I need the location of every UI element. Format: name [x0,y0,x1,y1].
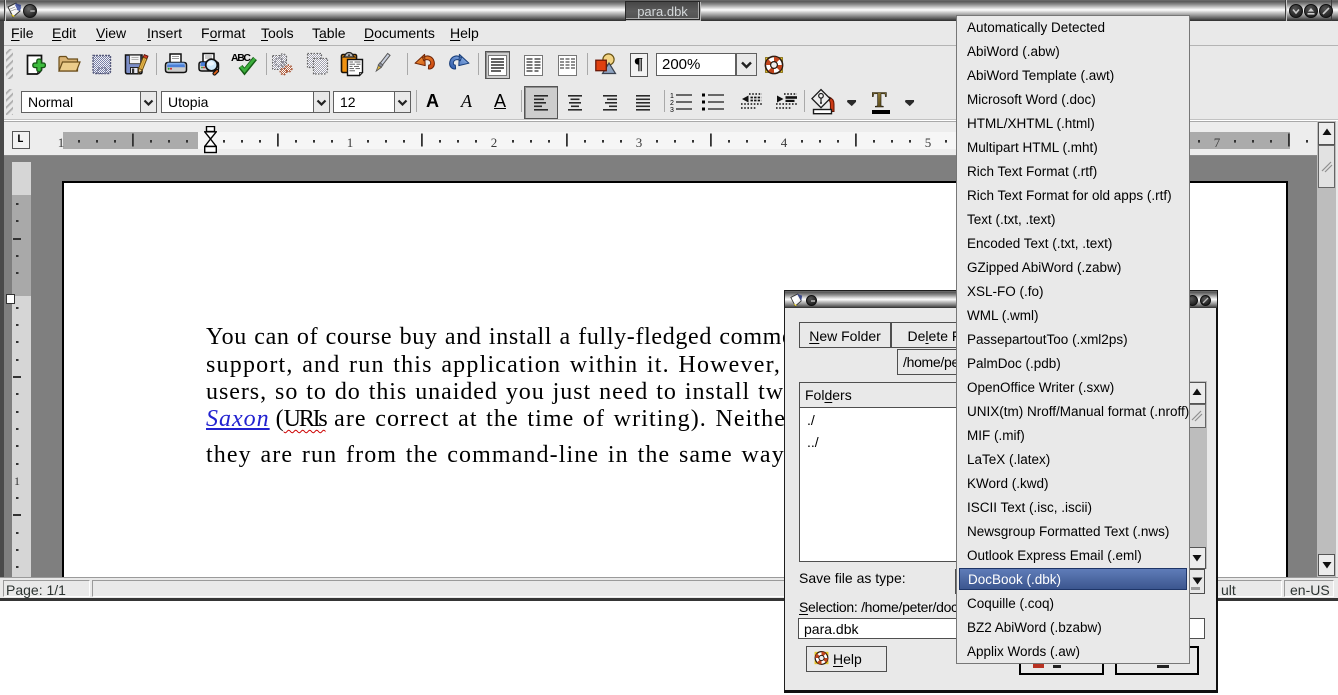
svg-text:1: 1 [347,135,354,150]
svg-text:5: 5 [925,135,932,150]
svg-text:7: 7 [1214,135,1221,150]
svg-text:1: 1 [58,135,65,150]
svg-text:4: 4 [781,135,788,150]
svg-text:3: 3 [670,107,674,113]
svg-text:1: 1 [670,93,674,100]
svg-text:T: T [872,90,887,112]
svg-text:ABC: ABC [231,52,251,64]
svg-text:1: 1 [14,474,20,488]
svg-text:2: 2 [491,135,498,150]
svg-text:2: 2 [670,100,674,107]
svg-text:3: 3 [636,135,643,150]
